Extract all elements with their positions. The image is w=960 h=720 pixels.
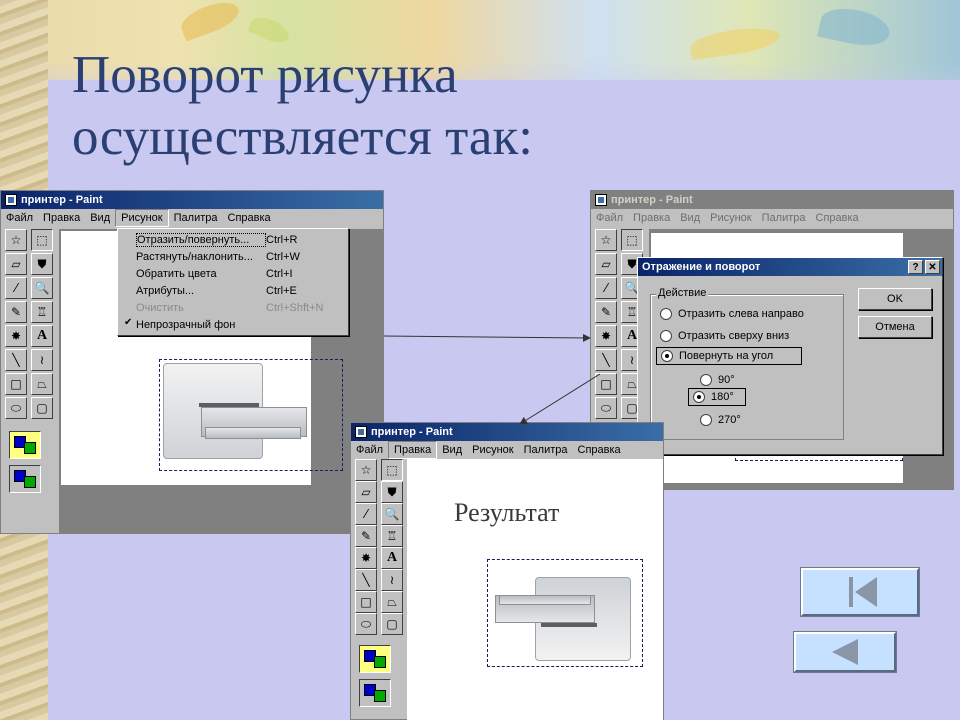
arrow-to-result	[519, 373, 601, 425]
arrow-to-dialog	[383, 333, 591, 342]
first-slide-icon	[849, 577, 877, 607]
back-icon	[832, 639, 858, 665]
first-slide-button[interactable]	[801, 568, 919, 616]
back-button[interactable]	[794, 632, 896, 672]
